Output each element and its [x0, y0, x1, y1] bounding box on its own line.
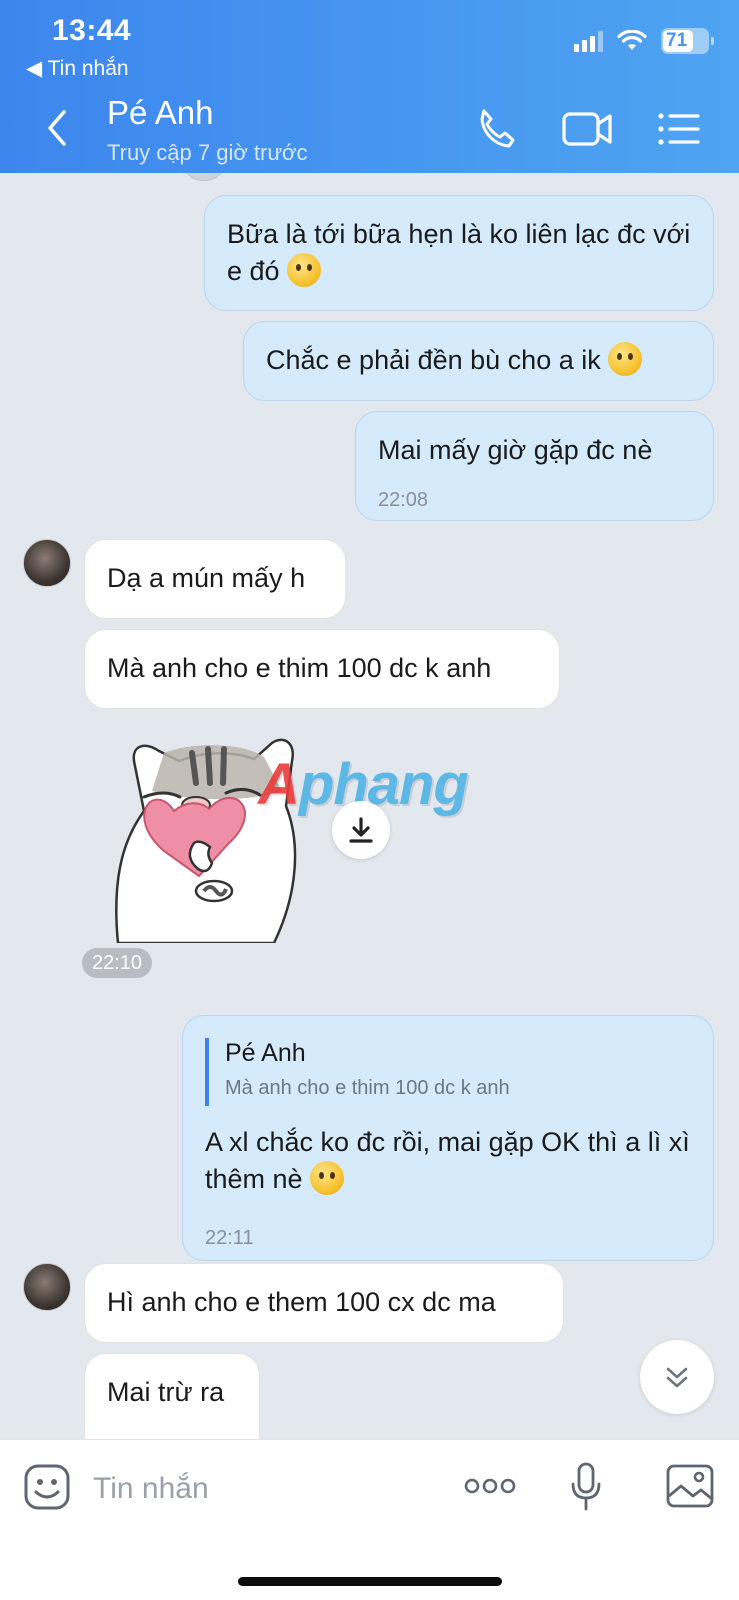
phone-icon[interactable] [474, 106, 518, 150]
contact-last-seen: Truy cập 7 giờ trước [107, 140, 308, 165]
incoming-message[interactable]: Mà anh cho e thim 100 dc k anh [84, 629, 560, 709]
message-text: Chắc e phải đền bù cho a ik [266, 342, 693, 379]
outgoing-message[interactable]: Mai mấy giờ gặp đc nè 22:08 [355, 411, 714, 521]
quoted-message[interactable]: Pé Anh Mà anh cho e thim 100 dc k anh [205, 1038, 510, 1106]
message-text: A xl chắc ko đc rồi, mai gặp OK thì a lì… [205, 1127, 690, 1195]
download-icon [349, 817, 373, 843]
sticker-time-badge: 22:10 [82, 948, 152, 978]
home-indicator[interactable] [238, 1577, 502, 1586]
back-to-app-link[interactable]: ◀ Tin nhắn [26, 56, 129, 81]
contact-name[interactable]: Pé Anh [107, 94, 213, 132]
more-icon[interactable] [464, 1476, 516, 1496]
scroll-to-bottom-button[interactable] [640, 1340, 714, 1414]
incoming-message[interactable]: Dạ a mún mấy h [84, 539, 346, 619]
message-time: 22:11 [205, 1227, 254, 1249]
message-input[interactable]: Tin nhắn [93, 1472, 209, 1506]
outgoing-message[interactable]: Bữa là tới bữa hẹn là ko liên lạc đc với… [204, 195, 714, 311]
message-text: Dạ a mún mấy h [107, 563, 306, 593]
battery-level: 71 [666, 30, 688, 51]
status-indicators: 71 [574, 28, 714, 54]
signal-icon [574, 30, 603, 52]
message-text: Bữa là tới bữa hẹn là ko liên lạc đc với… [227, 219, 691, 287]
avatar[interactable] [23, 1263, 71, 1311]
avatar[interactable] [23, 539, 71, 587]
sticker-icon[interactable] [24, 1464, 70, 1510]
outgoing-message[interactable]: Chắc e phải đền bù cho a ik [243, 321, 714, 401]
message-text: Hì anh cho e them 100 cx dc ma [107, 1287, 496, 1317]
message-time: 22:08 [378, 489, 429, 511]
battery-icon: 71 [661, 28, 714, 54]
incoming-message[interactable]: Mai trừ ra [84, 1353, 260, 1439]
avatar [180, 173, 228, 181]
image-icon[interactable] [666, 1464, 714, 1508]
rolling-eyes-emoji-icon [608, 342, 643, 376]
message-list[interactable]: Bữa là tới bữa hẹn là ko liên lạc đc với… [0, 173, 739, 1439]
message-text: Mai mấy giờ gặp đc nè [378, 435, 653, 465]
quoted-sender: Pé Anh [225, 1039, 306, 1067]
incoming-message[interactable]: Hì anh cho e them 100 cx dc ma [84, 1263, 564, 1343]
message-input-bar: Tin nhắn [0, 1439, 739, 1600]
message-text: Mai trừ ra [107, 1377, 225, 1407]
menu-list-icon[interactable] [658, 112, 700, 146]
smiling-emoji-icon [310, 1161, 345, 1195]
status-time: 13:44 [52, 14, 132, 47]
chat-header: 13:44 ◀ Tin nhắn 71 Pé Anh Truy cập 7 gi… [0, 0, 739, 173]
message-text: Mà anh cho e thim 100 dc k anh [107, 653, 492, 683]
wifi-icon [617, 30, 647, 50]
quoted-text: Mà anh cho e thim 100 dc k anh [225, 1077, 510, 1099]
double-chevron-down-icon [666, 1367, 688, 1388]
download-sticker-button[interactable] [332, 801, 390, 859]
microphone-icon[interactable] [570, 1462, 602, 1512]
thinking-emoji-icon [287, 253, 322, 287]
video-icon[interactable] [562, 110, 614, 148]
outgoing-reply-message[interactable]: Pé Anh Mà anh cho e thim 100 dc k anh A … [182, 1015, 714, 1261]
back-arrow-icon[interactable] [42, 108, 72, 148]
